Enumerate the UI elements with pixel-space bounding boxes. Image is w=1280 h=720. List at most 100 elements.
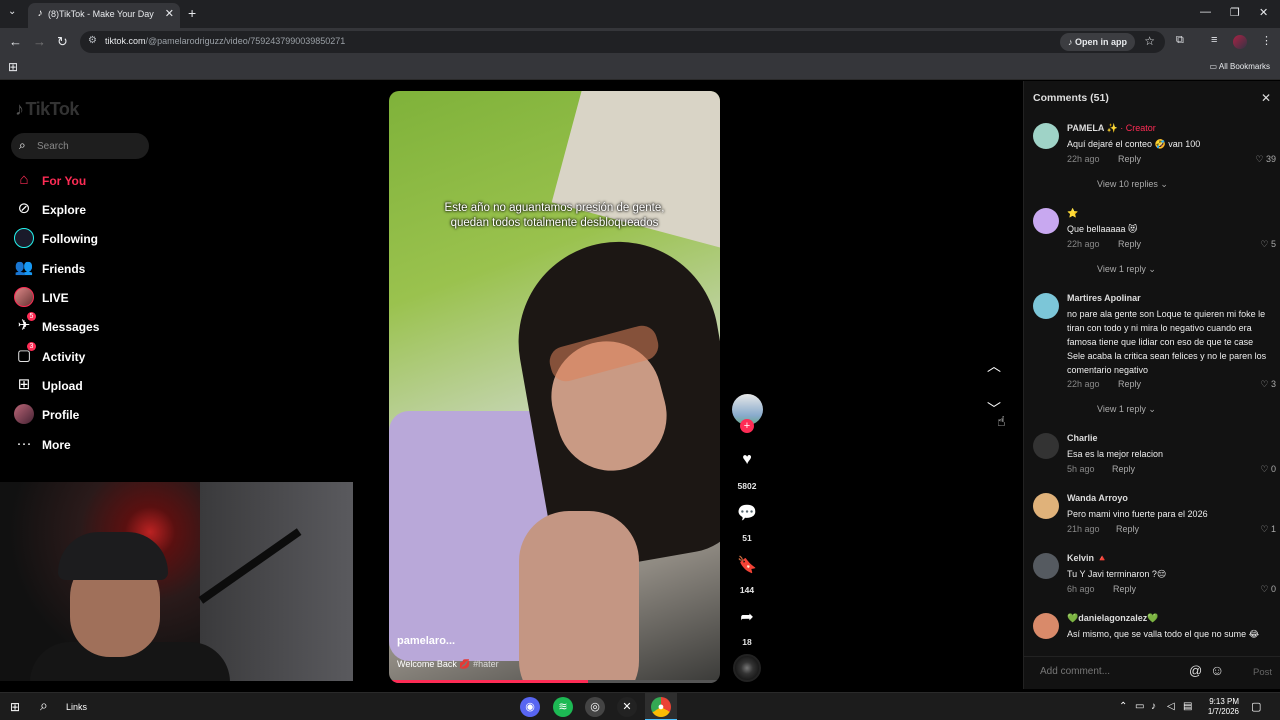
open-in-app-button[interactable]: ♪ Open in app (1059, 33, 1135, 51)
reply-button[interactable]: Reply (1118, 154, 1141, 164)
capcut-icon[interactable]: ✕ (617, 697, 637, 717)
url-text[interactable]: tiktok.com/@pamelarodriguzz/video/759243… (105, 36, 345, 46)
like-heart-icon[interactable]: ♥ (732, 451, 762, 469)
sidebar-item-more[interactable]: ··· More (14, 434, 174, 456)
comments-close-icon[interactable]: ✕ (1261, 91, 1271, 105)
close-window-icon[interactable]: ✕ (1259, 6, 1268, 19)
tray-volume-icon[interactable]: ◁ (1167, 701, 1175, 712)
comment-like-button[interactable]: ♡ 5 (1260, 239, 1276, 250)
sidebar-item-upload[interactable]: ⊞ Upload (14, 375, 174, 397)
comment-text: Que bellaaaaa 😻 (1067, 224, 1138, 234)
sidebar-item-activity[interactable]: ▢ 3 Activity (14, 342, 174, 368)
bookmark-icon[interactable]: 🔖 (732, 555, 762, 575)
notifications-icon[interactable]: ▢ (1251, 700, 1261, 713)
commenter-name[interactable]: Kelvin 🔺 (1067, 553, 1108, 564)
view-replies-button[interactable]: View 10 replies ⌄ (1097, 179, 1168, 190)
video-progress-bar[interactable] (389, 680, 720, 683)
sidebar-item-messages[interactable]: ✈ 5 Messages (14, 312, 174, 338)
windows-start-icon[interactable]: ⊞ (10, 700, 20, 714)
reply-button[interactable]: Reply (1116, 524, 1139, 534)
discord-icon[interactable]: ◉ (520, 697, 540, 717)
comment-like-button[interactable]: ♡ 0 (1260, 584, 1276, 595)
extensions-icon[interactable]: ⧉ (1176, 34, 1184, 47)
comment-like-button[interactable]: ♡ 0 (1260, 464, 1276, 475)
view-replies-button[interactable]: View 1 reply ⌄ (1097, 264, 1156, 275)
sidebar-item-following[interactable]: Following (14, 228, 174, 250)
comment-like-button[interactable]: ♡ 1 (1260, 524, 1276, 535)
reply-button[interactable]: Reply (1112, 464, 1135, 474)
taskbar-links-label[interactable]: Links (66, 702, 87, 712)
emoji-icon[interactable]: ☺ (1210, 662, 1224, 678)
tab-close-icon[interactable]: ✕ (165, 7, 174, 20)
commenter-avatar[interactable] (1033, 493, 1059, 519)
browser-menu-icon[interactable]: ⋮ (1261, 34, 1272, 47)
browser-toolbar: ← → ↻ ⚙ tiktok.com/@pamelarodriguzz/vide… (0, 28, 1280, 56)
browser-tab[interactable]: ♪ (8)TikTok - Make Your Day ✕ (28, 3, 180, 28)
reply-button[interactable]: Reply (1118, 239, 1141, 249)
tray-mic-icon[interactable]: ♪ (1151, 701, 1156, 712)
taskbar-clock[interactable]: 9:13 PM 1/7/2026 (1203, 697, 1239, 717)
commenter-avatar[interactable] (1033, 123, 1059, 149)
comment-time: 22h ago (1067, 154, 1100, 164)
comment-time: 22h ago (1067, 239, 1100, 249)
bookmark-star-icon[interactable]: ☆ (1144, 34, 1155, 48)
commenter-avatar[interactable] (1033, 293, 1059, 319)
tiktok-logo[interactable]: ♪ TikTok (15, 99, 79, 120)
apps-grid-icon[interactable]: ⊞ (8, 60, 18, 74)
tray-display-icon[interactable]: ▭ (1135, 701, 1144, 712)
commenter-avatar[interactable] (1033, 208, 1059, 234)
reply-button[interactable]: Reply (1113, 584, 1136, 594)
address-bar[interactable]: ⚙ tiktok.com/@pamelarodriguzz/video/7592… (80, 31, 1165, 53)
commenter-name[interactable]: Charlie (1067, 433, 1098, 443)
commenter-name[interactable]: 💚danielagonzalez💚 (1067, 613, 1158, 624)
post-button[interactable]: Post (1253, 667, 1272, 678)
forward-icon[interactable]: → (33, 34, 46, 49)
sidebar-item-for-you[interactable]: ⌂ For You (14, 170, 174, 192)
share-icon[interactable]: ➦ (732, 607, 762, 627)
reply-button[interactable]: Reply (1118, 379, 1141, 389)
commenter-avatar[interactable] (1033, 613, 1059, 639)
site-info-icon[interactable]: ⚙ (88, 35, 97, 46)
chrome-icon[interactable]: ● (651, 697, 671, 717)
comment-time: 21h ago (1067, 524, 1100, 534)
new-tab-icon[interactable]: + (188, 5, 196, 21)
video-username[interactable]: pamelaro... (397, 635, 455, 647)
follow-plus-icon[interactable]: + (740, 419, 754, 433)
taskbar-search-icon[interactable]: ⌕ (40, 697, 48, 714)
restore-icon[interactable]: ❐ (1230, 6, 1240, 19)
search-input[interactable]: ⌕ Search (11, 133, 149, 159)
comment-like-button[interactable]: ♡ 39 (1255, 154, 1276, 165)
commenter-name[interactable]: ⭐ (1067, 208, 1078, 219)
tab-search-icon[interactable]: ⌄ (8, 6, 16, 17)
comment-like-button[interactable]: ♡ 3 (1260, 379, 1276, 390)
commenter-name[interactable]: Martires Apolinar (1067, 293, 1141, 303)
view-replies-button[interactable]: View 1 reply ⌄ (1097, 404, 1156, 415)
sidebar-item-profile[interactable]: Profile (14, 404, 174, 426)
browser-profile-avatar[interactable] (1233, 35, 1247, 49)
video-player[interactable]: Este año no aguantamos presión de gente,… (389, 91, 720, 683)
profile-avatar (14, 404, 34, 424)
mention-at-icon[interactable]: @ (1189, 663, 1202, 678)
commenter-name[interactable]: PAMELA ✨ · Creator (1067, 123, 1156, 134)
commenter-avatar[interactable] (1033, 433, 1059, 459)
commenter-avatar[interactable] (1033, 553, 1059, 579)
sidebar-item-friends[interactable]: 👥 Friends (14, 258, 174, 280)
music-disc-icon[interactable] (733, 654, 761, 682)
previous-video-chevron-up-icon[interactable]: ︿ (987, 356, 1001, 376)
all-bookmarks-link[interactable]: ▭ All Bookmarks (1210, 62, 1270, 71)
commenter-name[interactable]: Wanda Arroyo (1067, 493, 1128, 503)
sidebar-item-explore[interactable]: ⊘ Explore (14, 199, 174, 221)
hashtag-link[interactable]: #hater (473, 659, 499, 669)
sidebar-item-live[interactable]: LIVE (14, 287, 174, 309)
obs-icon[interactable]: ◎ (585, 697, 605, 717)
comment-icon[interactable]: 💬 (732, 503, 762, 523)
minimize-icon[interactable]: — (1200, 6, 1211, 18)
spotify-icon[interactable]: ≋ (553, 697, 573, 717)
reading-list-icon[interactable]: ≡ (1211, 34, 1217, 46)
reload-icon[interactable]: ↻ (57, 34, 68, 50)
back-icon[interactable]: ← (9, 34, 22, 49)
tray-chevron-up-icon[interactable]: ⌃ (1119, 701, 1127, 712)
add-comment-input[interactable]: Add comment... (1040, 666, 1110, 677)
tray-network-icon[interactable]: ▤ (1183, 701, 1192, 712)
like-count: 5802 (737, 481, 757, 491)
